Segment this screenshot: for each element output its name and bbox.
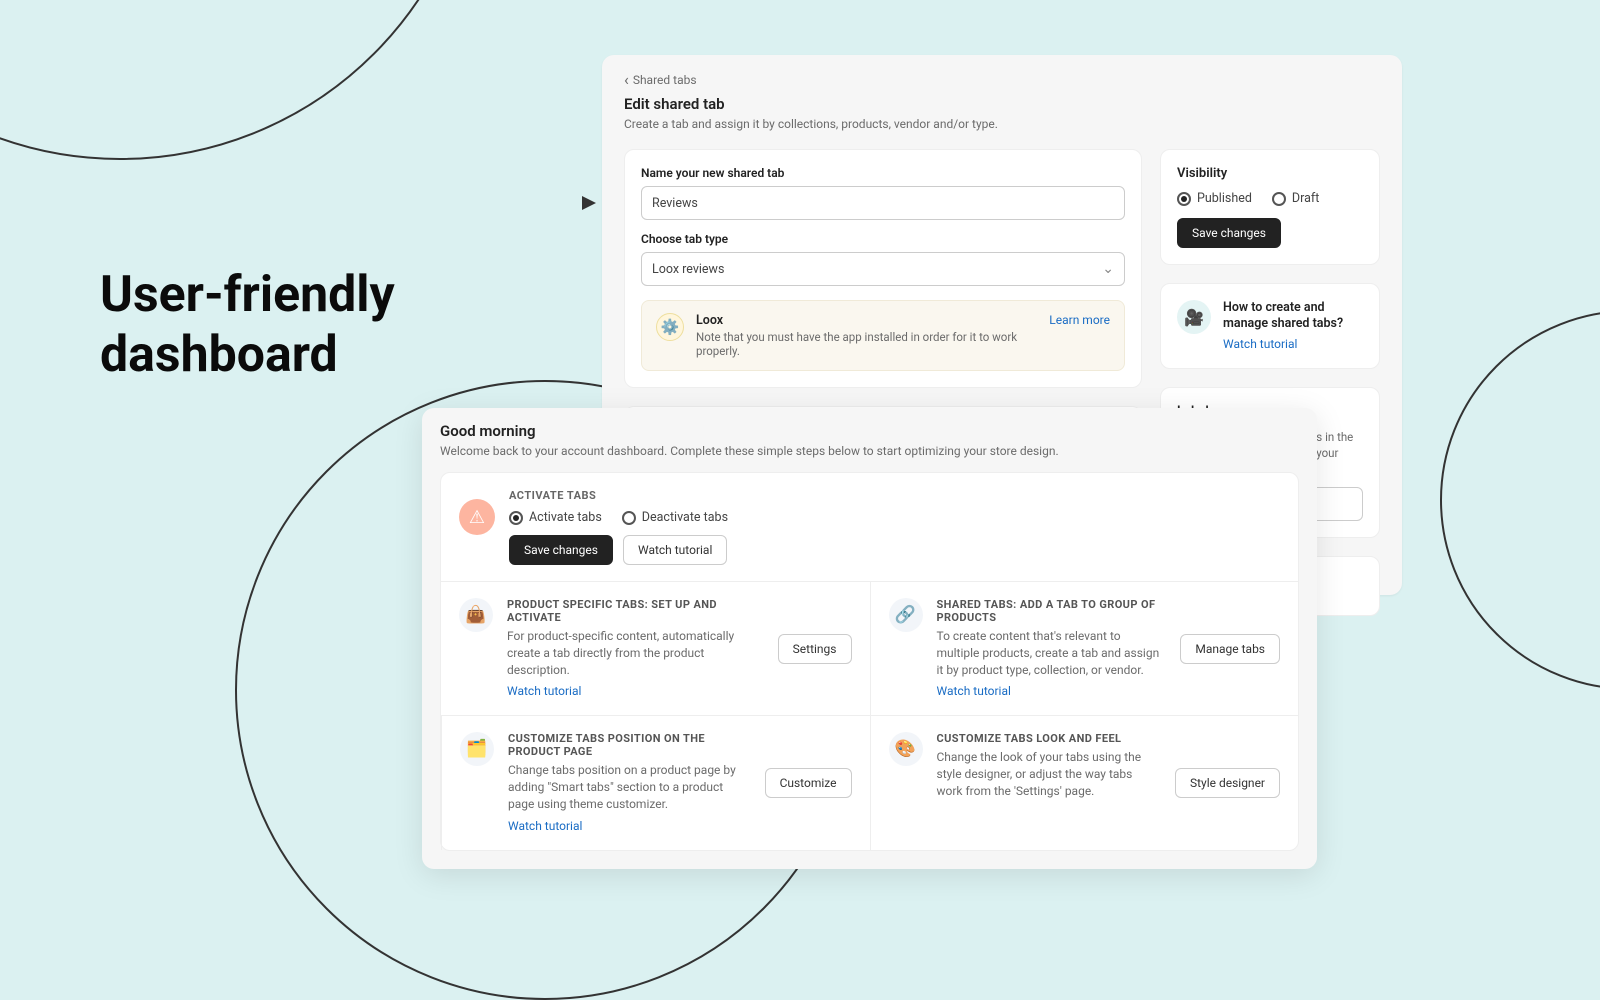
watch-tutorial-link[interactable]: Watch tutorial [937,684,1011,698]
activate-save-button[interactable]: Save changes [509,535,613,565]
settings-button[interactable]: Settings [778,634,852,664]
radio-dot-icon [622,511,636,525]
pointer-arrow-icon [582,196,596,210]
style-designer-button[interactable]: Style designer [1175,768,1280,798]
visibility-card: Visibility Published Draft Save changes [1160,149,1380,265]
warning-icon: ⚠ [459,499,495,535]
bag-icon: 👜 [459,598,493,632]
gear-icon: ⚙️ [656,313,684,341]
cell-title: CUSTOMIZE TABS LOOK AND FEEL [937,732,1161,745]
activate-row: ⚠ ACTIVATE TABS Activate tabs Deactivate… [441,473,1298,582]
customize-button[interactable]: Customize [765,768,852,798]
save-changes-button[interactable]: Save changes [1177,218,1281,248]
decorative-circle [1440,310,1600,690]
cell-customize-look: 🎨 CUSTOMIZE TABS LOOK AND FEEL Change th… [870,715,1299,849]
radio-draft-label: Draft [1292,191,1319,206]
page-subtitle: Create a tab and assign it by collection… [624,117,1380,131]
watch-tutorial-link[interactable]: Watch tutorial [507,684,581,698]
activate-watch-button[interactable]: Watch tutorial [623,535,727,565]
onboarding-card: ⚠ ACTIVATE TABS Activate tabs Deactivate… [440,472,1299,851]
tab-name-input[interactable] [641,186,1125,220]
radio-published-label: Published [1197,191,1252,206]
name-label: Name your new shared tab [641,166,1125,180]
tab-config-card: Name your new shared tab Choose tab type… [624,149,1142,388]
cell-title: PRODUCT SPECIFIC TABS: SET UP AND ACTIVA… [507,598,764,624]
cell-text: Change tabs position on a product page b… [508,762,751,812]
note-text: Note that you must have the app installe… [696,330,1037,358]
video-icon: 🎥 [1177,300,1211,334]
tab-type-value: Loox reviews [652,262,724,277]
link-icon: 🔗 [889,598,923,632]
radio-deactivate-tabs[interactable]: Deactivate tabs [622,510,728,525]
radio-draft[interactable]: Draft [1272,191,1319,206]
cell-title: CUSTOMIZE TABS POSITION ON THE PRODUCT P… [508,732,751,758]
radio-dot-icon [1272,192,1286,206]
cell-product-specific: 👜 PRODUCT SPECIFIC TABS: SET UP AND ACTI… [441,582,870,715]
hero-line-2: dashboard [100,325,395,385]
cell-title: SHARED TABS: ADD A TAB TO GROUP OF PRODU… [937,598,1167,624]
watch-tutorial-link[interactable]: Watch tutorial [1223,337,1297,351]
tutorial-title: How to create and manage shared tabs? [1223,300,1363,333]
manage-tabs-button[interactable]: Manage tabs [1180,634,1280,664]
radio-dot-selected-icon [1177,192,1191,206]
note-title: Loox [696,313,1037,328]
activate-caption: ACTIVATE TABS [509,489,1280,502]
tutorial-card: 🎥 How to create and manage shared tabs? … [1160,283,1380,369]
palette-icon: 🎨 [889,732,923,766]
cell-text: To create content that's relevant to mul… [937,628,1167,678]
dashboard-panel: Good morning Welcome back to your accoun… [422,408,1317,869]
decorative-circle [0,0,480,160]
learn-more-link[interactable]: Learn more [1049,313,1110,327]
radio-activate-tabs[interactable]: Activate tabs [509,510,602,525]
hero-heading: User-friendly dashboard [100,265,395,385]
cell-text: Change the look of your tabs using the s… [937,749,1161,799]
integration-note: ⚙️ Loox Note that you must have the app … [641,300,1125,371]
watch-tutorial-link[interactable]: Watch tutorial [508,819,582,833]
greeting-title: Good morning [440,422,1299,440]
visibility-title: Visibility [1177,166,1363,181]
layout-icon: 🗂️ [460,732,494,766]
radio-published[interactable]: Published [1177,191,1252,206]
radio-deactivate-label: Deactivate tabs [642,510,728,525]
onboarding-grid: 👜 PRODUCT SPECIFIC TABS: SET UP AND ACTI… [441,582,1298,850]
cell-shared-tabs: 🔗 SHARED TABS: ADD A TAB TO GROUP OF PRO… [870,582,1299,715]
tab-type-select[interactable]: Loox reviews [641,252,1125,286]
page-title: Edit shared tab [624,95,1380,113]
breadcrumb-label: Shared tabs [633,73,697,87]
radio-activate-label: Activate tabs [529,510,602,525]
cell-customize-position: 🗂️ CUSTOMIZE TABS POSITION ON THE PRODUC… [441,715,870,849]
type-label: Choose tab type [641,232,1125,246]
radio-dot-selected-icon [509,511,523,525]
cell-text: For product-specific content, automatica… [507,628,764,678]
breadcrumb-back[interactable]: Shared tabs [624,73,1380,87]
greeting-subtitle: Welcome back to your account dashboard. … [440,444,1299,458]
hero-line-1: User-friendly [100,265,395,325]
